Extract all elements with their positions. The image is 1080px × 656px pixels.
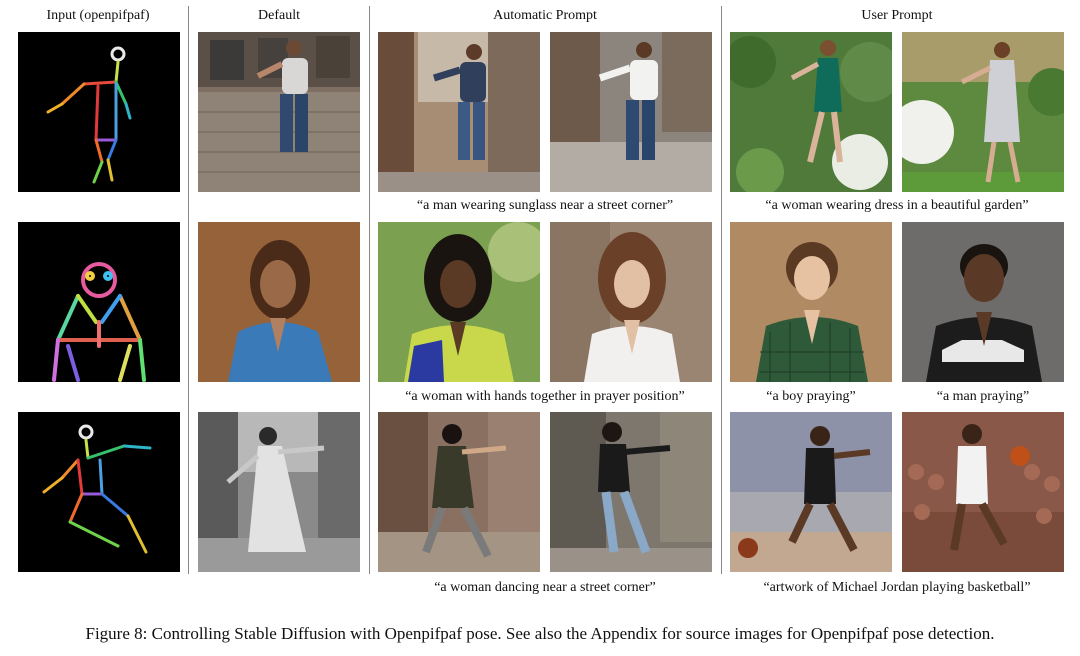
figure-caption: Figure 8: Controlling Stable Diffusion w…: [85, 624, 995, 643]
user-image-3a: [730, 412, 892, 572]
divider-2: [369, 6, 370, 574]
caption-row3-automatic: “a woman dancing near a street corner”: [434, 580, 656, 595]
default-image-1: [198, 32, 360, 192]
divider-1: [188, 6, 189, 574]
caption-row2-user-a: “a boy praying”: [766, 389, 856, 404]
caption-row1-user: “a woman wearing dress in a beautiful ga…: [765, 198, 1029, 213]
caption-row3-user: “artwork of Michael Jordan playing baske…: [763, 580, 1031, 595]
default-image-3: [198, 412, 360, 572]
default-image-2: [198, 222, 360, 382]
pose-skeleton-1: [18, 32, 180, 192]
auto-image-1b: [550, 32, 712, 192]
header-user-prompt: User Prompt: [861, 8, 933, 23]
divider-3: [721, 6, 722, 574]
user-image-1a: [730, 32, 892, 192]
auto-image-3b: [550, 412, 712, 572]
pose-skeleton-2: [18, 222, 180, 382]
user-image-3b: [902, 412, 1064, 572]
header-default: Default: [258, 8, 300, 23]
user-image-2b: [902, 222, 1064, 382]
user-image-1b: [902, 32, 1064, 192]
user-image-2a: [730, 222, 892, 382]
pose-skeleton-3: [18, 412, 180, 572]
header-automatic-prompt: Automatic Prompt: [493, 8, 597, 23]
auto-image-2a: [378, 222, 540, 382]
auto-image-2b: [550, 222, 712, 382]
caption-row1-automatic: “a man wearing sunglass near a street co…: [416, 198, 674, 213]
caption-row2-automatic: “a woman with hands together in prayer p…: [405, 389, 685, 404]
auto-image-3a: [378, 412, 540, 572]
header-input: Input (openpifpaf): [46, 8, 150, 23]
auto-image-1a: [378, 32, 540, 192]
caption-row2-user-b: “a man praying”: [936, 389, 1030, 404]
